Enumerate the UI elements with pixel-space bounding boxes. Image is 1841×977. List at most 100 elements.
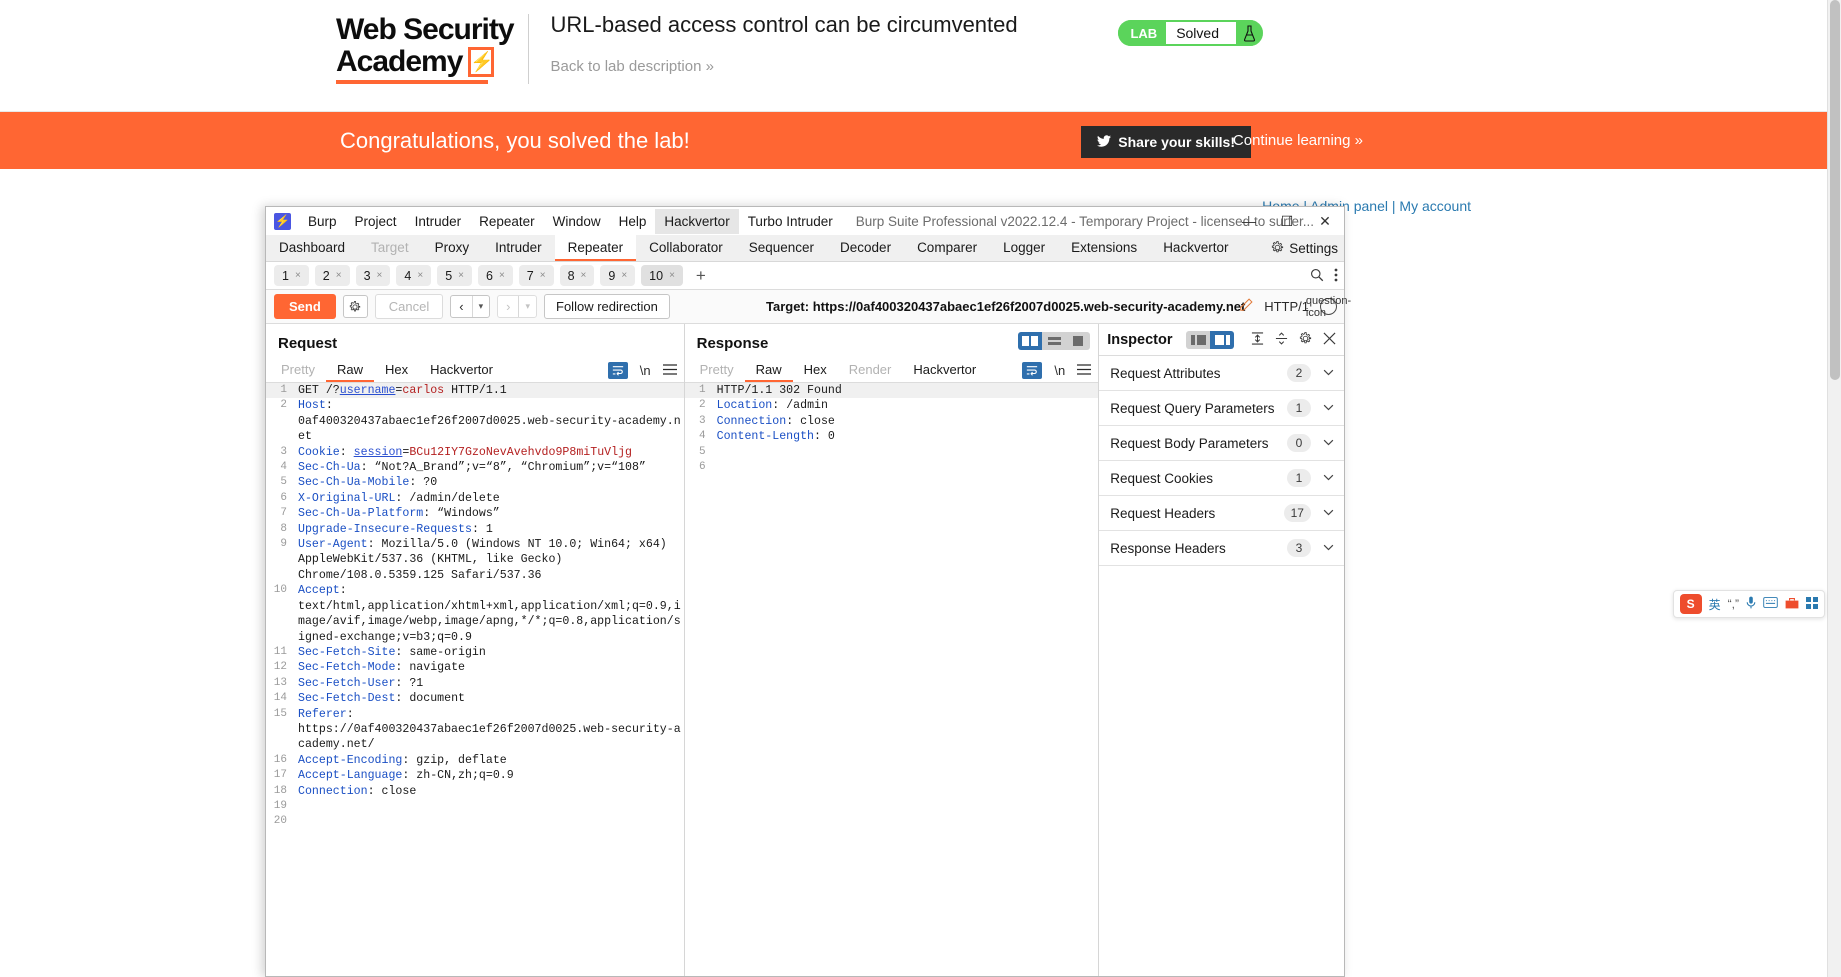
newline-toggle[interactable]: \n (1054, 363, 1065, 378)
response-editor[interactable]: 1HTTP/1.1 302 Found2Location: /admin3Con… (685, 383, 1099, 976)
chevron-down-icon[interactable] (1323, 367, 1334, 379)
panel-right-icon[interactable] (1210, 331, 1234, 349)
close-icon[interactable]: ✕ (1306, 207, 1344, 235)
chevron-down-icon[interactable]: ▾ (519, 296, 536, 317)
response-tab-hex[interactable]: Hex (793, 360, 838, 382)
scrollbar-thumb[interactable] (1830, 0, 1840, 380)
back-icon[interactable]: ‹ (451, 296, 471, 317)
microphone-icon[interactable] (1746, 596, 1756, 612)
tab-decoder[interactable]: Decoder (827, 235, 904, 261)
ime-punctuation-toggle[interactable]: “,” (1728, 597, 1739, 611)
menu-help[interactable]: Help (610, 209, 656, 234)
hamburger-icon[interactable] (1077, 362, 1091, 378)
repeater-tab-2[interactable]: 2 × (315, 265, 350, 286)
share-your-skills-button[interactable]: Share your skills! (1081, 126, 1251, 158)
close-icon[interactable] (1323, 332, 1336, 348)
close-icon[interactable]: × (540, 270, 546, 281)
menu-burp[interactable]: Burp (299, 209, 346, 234)
minimize-icon[interactable]: — (1230, 207, 1268, 235)
repeater-tab-8[interactable]: 8 × (560, 265, 595, 286)
ime-language-toggle[interactable]: 英 (1709, 596, 1721, 613)
repeater-tab-10[interactable]: 10 × (641, 265, 683, 286)
inspector-row[interactable]: Request Attributes2 (1099, 356, 1344, 391)
close-icon[interactable]: × (499, 270, 505, 281)
page-scrollbar[interactable] (1827, 0, 1841, 977)
back-button-group[interactable]: ‹ ▾ (450, 295, 490, 318)
chevron-down-icon[interactable] (1323, 402, 1334, 414)
response-tab-hackvertor[interactable]: Hackvertor (902, 360, 987, 382)
forward-button-group[interactable]: › ▾ (497, 295, 537, 318)
chevron-down-icon[interactable] (1323, 507, 1334, 519)
add-repeater-tab-button[interactable]: + (689, 266, 713, 286)
tab-repeater[interactable]: Repeater (555, 235, 637, 261)
collapse-all-icon[interactable] (1275, 332, 1288, 348)
hamburger-icon[interactable] (663, 362, 677, 378)
menu-intruder[interactable]: Intruder (406, 209, 471, 234)
chevron-down-icon[interactable] (1323, 437, 1334, 449)
word-wrap-icon[interactable] (1022, 362, 1042, 379)
request-tab-pretty[interactable]: Pretty (270, 360, 326, 382)
menu-hackvertor[interactable]: Hackvertor (655, 209, 738, 234)
inspector-row[interactable]: Request Cookies1 (1099, 461, 1344, 496)
apps-grid-icon[interactable] (1806, 597, 1818, 612)
tab-intruder[interactable]: Intruder (482, 235, 555, 261)
send-button[interactable]: Send (274, 294, 336, 319)
gear-icon[interactable] (1299, 332, 1312, 348)
menu-repeater[interactable]: Repeater (470, 209, 544, 234)
inspector-row[interactable]: Request Body Parameters0 (1099, 426, 1344, 461)
repeater-tab-3[interactable]: 3 × (356, 265, 391, 286)
repeater-tab-9[interactable]: 9 × (600, 265, 635, 286)
chevron-down-icon[interactable]: ▾ (473, 296, 490, 317)
repeater-tab-5[interactable]: 5 × (437, 265, 472, 286)
repeater-tab-1[interactable]: 1 × (274, 265, 309, 286)
http-version-label[interactable]: HTTP/1 (1264, 299, 1309, 314)
repeater-tab-4[interactable]: 4 × (396, 265, 431, 286)
vertical-dots-icon[interactable] (1334, 268, 1338, 285)
repeater-tab-6[interactable]: 6 × (478, 265, 513, 286)
ime-logo-icon[interactable]: S (1680, 594, 1702, 614)
inspector-row[interactable]: Response Headers3 (1099, 531, 1344, 566)
search-icon[interactable] (1310, 268, 1324, 285)
chevron-down-icon[interactable] (1323, 472, 1334, 484)
request-tab-raw[interactable]: Raw (326, 360, 374, 382)
single-pane-icon[interactable] (1066, 332, 1090, 350)
keyboard-icon[interactable] (1763, 597, 1778, 611)
menu-turbo-intruder[interactable]: Turbo Intruder (739, 209, 842, 234)
close-icon[interactable]: × (336, 270, 342, 281)
close-icon[interactable]: × (669, 270, 675, 281)
continue-learning-link[interactable]: Continue learning » (1233, 132, 1363, 149)
tab-logger[interactable]: Logger (990, 235, 1058, 261)
close-icon[interactable]: × (377, 270, 383, 281)
tab-comparer[interactable]: Comparer (904, 235, 990, 261)
toolbox-icon[interactable] (1785, 597, 1799, 612)
wsa-logo[interactable]: Web Security Academy ⚡ (336, 14, 529, 84)
split-horizontal-icon[interactable] (1042, 332, 1066, 350)
cancel-button[interactable]: Cancel (375, 294, 443, 319)
settings-button[interactable]: Settings (1271, 235, 1338, 262)
tab-extensions[interactable]: Extensions (1058, 235, 1150, 261)
send-options-gear-icon[interactable] (343, 295, 368, 318)
close-icon[interactable]: × (621, 270, 627, 281)
repeater-tab-7[interactable]: 7 × (519, 265, 554, 286)
menu-project[interactable]: Project (346, 209, 406, 234)
close-icon[interactable]: × (458, 270, 464, 281)
maximize-icon[interactable]: ☐ (1268, 207, 1306, 235)
forward-icon[interactable]: › (498, 296, 518, 317)
response-tab-render[interactable]: Render (838, 360, 903, 382)
close-icon[interactable]: × (417, 270, 423, 281)
follow-redirection-button[interactable]: Follow redirection (544, 294, 670, 319)
pencil-icon[interactable] (1239, 298, 1253, 315)
tab-proxy[interactable]: Proxy (422, 235, 483, 261)
tab-collaborator[interactable]: Collaborator (636, 235, 736, 261)
question-icon[interactable]: question-icon (1320, 298, 1337, 315)
tab-target[interactable]: Target (358, 235, 422, 261)
back-to-lab-description-link[interactable]: Back to lab description » (551, 58, 1018, 75)
tab-dashboard[interactable]: Dashboard (266, 235, 358, 261)
close-icon[interactable]: × (295, 270, 301, 281)
menu-window[interactable]: Window (544, 209, 610, 234)
inspector-row[interactable]: Request Headers17 (1099, 496, 1344, 531)
chevron-down-icon[interactable] (1323, 542, 1334, 554)
close-icon[interactable]: × (581, 270, 587, 281)
request-tab-hex[interactable]: Hex (374, 360, 419, 382)
expand-all-icon[interactable] (1251, 332, 1264, 348)
